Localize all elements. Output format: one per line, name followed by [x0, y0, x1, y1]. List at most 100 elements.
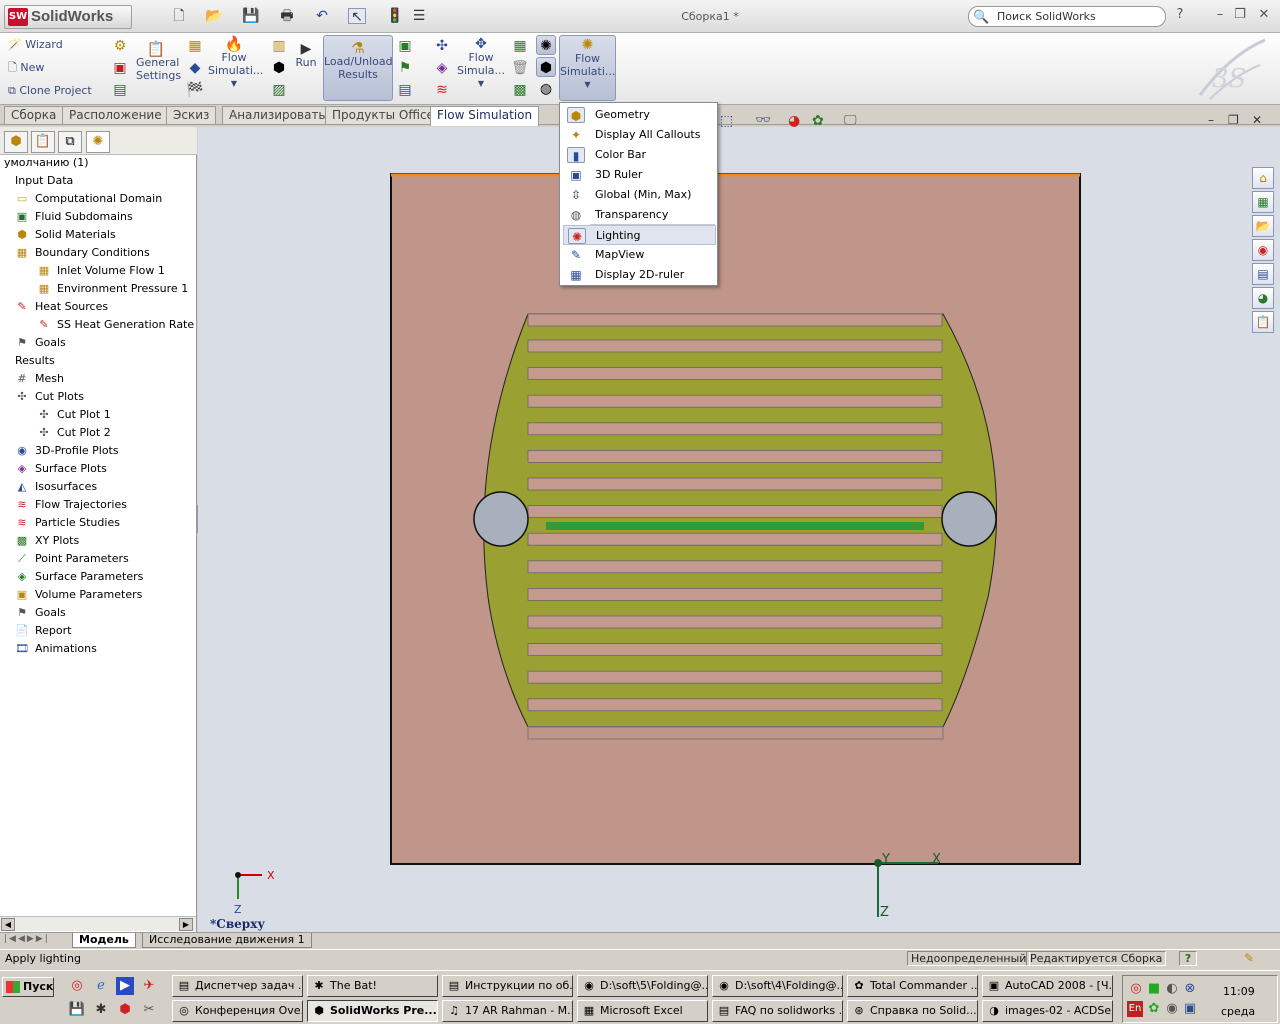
- select-cursor-icon[interactable]: ↖: [348, 8, 366, 25]
- view-settings-icon[interactable]: 🖵: [844, 113, 857, 128]
- plot-icon[interactable]: ▤: [395, 80, 415, 100]
- menu-item-transparency[interactable]: ◍ Transparency: [563, 205, 716, 225]
- close-icon[interactable]: ✕: [1256, 8, 1272, 24]
- flow-analysis-tree-tab-icon[interactable]: ✺: [86, 131, 110, 153]
- solidworks-launch-icon[interactable]: ⬢: [116, 1001, 134, 1019]
- tree-item-xy-plots[interactable]: ▩ XY Plots: [14, 532, 79, 550]
- new-project-button[interactable]: 🗋 New: [8, 61, 44, 74]
- rebuild-traffic-light-icon[interactable]: 🚦: [386, 8, 404, 24]
- goal-icon[interactable]: ◆: [185, 58, 205, 78]
- flow-trajectories-icon[interactable]: ≋: [432, 80, 452, 100]
- flow-simulation-button-2[interactable]: ✥ Flow Simula... ▼: [456, 37, 506, 90]
- tree-item-report[interactable]: 📄 Report: [14, 622, 71, 640]
- property-manager-tab-icon[interactable]: 📋: [31, 131, 55, 153]
- cut-plot-icon[interactable]: ✣: [432, 36, 452, 56]
- clock-time[interactable]: 11:09: [1223, 985, 1255, 998]
- settings-icon[interactable]: ⚙: [110, 36, 130, 56]
- design-library-icon[interactable]: ▦: [1252, 191, 1274, 213]
- tree-item-point-parameters[interactable]: ⟋ Point Parameters: [14, 550, 129, 568]
- menu-item-mapview[interactable]: ✎ MapView: [563, 245, 716, 265]
- load-unload-results-button[interactable]: ⚗ Load/Unload Results: [323, 35, 393, 101]
- language-indicator[interactable]: En: [1127, 1001, 1143, 1017]
- feature-manager-tab-icon[interactable]: ⬢: [4, 131, 28, 153]
- tray-network-icon[interactable]: ⊗: [1181, 980, 1199, 998]
- media-launch-icon[interactable]: ▶: [116, 977, 134, 995]
- hide-show-icon[interactable]: 👓: [755, 113, 771, 128]
- computational-domain-small-icon[interactable]: ▣: [110, 58, 130, 78]
- tree-item-heat-sources[interactable]: ✎ Heat Sources: [14, 298, 108, 316]
- menu-item-color-bar[interactable]: ▮ Color Bar: [563, 145, 716, 165]
- ie-launch-icon[interactable]: ℯ: [92, 977, 110, 995]
- tree-item-ss-heat-generation-rate-1[interactable]: ✎ SS Heat Generation Rate 1: [36, 316, 204, 334]
- scroll-left-icon[interactable]: ◀: [1, 918, 15, 931]
- tab-scroll-arrows-icon[interactable]: |◀◀▶▶|: [4, 934, 50, 944]
- taskbar-button[interactable]: ▤ Инструкции по об...: [442, 975, 573, 997]
- opera-launch-icon[interactable]: ◎: [68, 977, 86, 995]
- tree-item-inlet-volume-flow-1[interactable]: ▦ Inlet Volume Flow 1: [36, 262, 165, 280]
- tree-horizontal-scrollbar[interactable]: ◀ ▶: [0, 916, 196, 931]
- flow-simulation-button-1[interactable]: 🔥 Flow Simulati... ▼: [208, 37, 263, 90]
- tray-monitor-icon[interactable]: ◉: [1163, 1000, 1181, 1018]
- tray-display-icon[interactable]: ▣: [1181, 1000, 1199, 1018]
- print-icon[interactable]: 🖶: [278, 8, 296, 24]
- tab-layout[interactable]: Расположение: [62, 106, 169, 124]
- taskbar-button[interactable]: ✿ Total Commander ...: [847, 975, 978, 997]
- viewport-close-icon[interactable]: ✕: [1252, 113, 1262, 127]
- grid-icon[interactable]: ▦: [510, 36, 530, 56]
- geometry-cube-icon[interactable]: ⬢: [536, 57, 556, 77]
- taskbar-button[interactable]: ▣ AutoCAD 2008 - [Ч...: [982, 975, 1113, 997]
- flag-icon[interactable]: ⚑: [395, 58, 415, 78]
- menu-item-3d-ruler[interactable]: ▣ 3D Ruler: [563, 165, 716, 185]
- taskbar-button[interactable]: ◎ Конференция Ove...: [172, 1000, 303, 1022]
- surface-plot-icon[interactable]: ◈: [432, 58, 452, 78]
- checkered-goals-icon[interactable]: 🏁: [185, 80, 205, 100]
- taskbar-button[interactable]: ▤ Диспетчер задач ...: [172, 975, 303, 997]
- taskbar-button[interactable]: ✱ The Bat!: [307, 975, 438, 997]
- tree-item-surface-parameters[interactable]: ◈ Surface Parameters: [14, 568, 144, 586]
- tab-evaluate[interactable]: Анализировать: [222, 106, 333, 124]
- configuration-manager-tab-icon[interactable]: ⧉: [58, 131, 82, 153]
- tree-item-solid-materials[interactable]: ⬢ Solid Materials: [14, 226, 116, 244]
- tree-item-surface-plots[interactable]: ◈ Surface Plots: [14, 460, 107, 478]
- tree-item-computational-domain[interactable]: ▭ Computational Domain: [14, 190, 162, 208]
- tray-volume-icon[interactable]: ◐: [1163, 980, 1181, 998]
- taskbar-button[interactable]: ▦ Microsoft Excel: [577, 1000, 708, 1022]
- taskbar-button[interactable]: ♫ 17 AR Rahman - M...: [442, 1000, 573, 1022]
- tree-item-cut-plot-2[interactable]: ✣ Cut Plot 2: [36, 424, 110, 442]
- menu-item-lighting[interactable]: ✺ Lighting: [563, 225, 716, 245]
- help-icon[interactable]: ?: [1172, 8, 1188, 24]
- tree-item-environment-pressure-1[interactable]: ▦ Environment Pressure 1: [36, 280, 188, 298]
- tree-item-cut-plot-1[interactable]: ✣ Cut Plot 1: [36, 406, 110, 424]
- mesh-icon[interactable]: ▥: [269, 36, 289, 56]
- boundary-condition-icon[interactable]: ▦: [185, 36, 205, 56]
- transparency-icon[interactable]: ◍: [536, 79, 556, 99]
- taskbar-button[interactable]: ⊛ Справка по Solid...: [847, 1000, 978, 1022]
- save-icon[interactable]: 💾: [242, 8, 260, 24]
- solidworks-logo[interactable]: SW SolidWorks: [4, 5, 132, 29]
- tools-launch-icon[interactable]: ✂: [140, 1001, 158, 1019]
- tray-opera-icon[interactable]: ◎: [1127, 980, 1145, 998]
- tree-item-goals[interactable]: ⚑ Goals: [14, 334, 66, 352]
- tree-item-flow-trajectories[interactable]: ≋ Flow Trajectories: [14, 496, 127, 514]
- status-rebuild-icon[interactable]: ✎: [1244, 951, 1254, 965]
- calculation-control-icon[interactable]: ▤: [110, 80, 130, 100]
- tray-green-icon[interactable]: ■: [1145, 980, 1163, 998]
- tree-root[interactable]: умолчанию (1): [4, 154, 89, 172]
- search-results-icon[interactable]: ◉: [1252, 239, 1274, 261]
- appearances-icon[interactable]: ◕: [1252, 287, 1274, 309]
- taskbar-button[interactable]: ◉ D:\soft\5\Folding@...: [577, 975, 708, 997]
- tables-icon[interactable]: ▨: [269, 80, 289, 100]
- custom-properties-icon[interactable]: 📋: [1252, 311, 1274, 333]
- taskbar-button[interactable]: ▤ FAQ по solidworks ...: [712, 1000, 843, 1022]
- maximize-icon[interactable]: ❐: [1232, 8, 1248, 24]
- tree-item-isosurfaces[interactable]: ◭ Isosurfaces: [14, 478, 97, 496]
- trash-icon[interactable]: 🗑: [510, 58, 530, 78]
- scroll-right-icon[interactable]: ▶: [179, 918, 193, 931]
- tray-icq-icon[interactable]: ✿: [1145, 1000, 1163, 1018]
- run-button[interactable]: ▶ Run: [292, 42, 320, 69]
- tree-item-boundary-conditions[interactable]: ▦ Boundary Conditions: [14, 244, 150, 262]
- wizard-button[interactable]: 🪄 Wizard: [8, 38, 63, 51]
- taskbar-button[interactable]: ◑ images-02 - ACDSe...: [982, 1000, 1113, 1022]
- tree-item-input-data[interactable]: Input Data: [4, 172, 73, 190]
- viewport-minimize-icon[interactable]: –: [1208, 113, 1214, 127]
